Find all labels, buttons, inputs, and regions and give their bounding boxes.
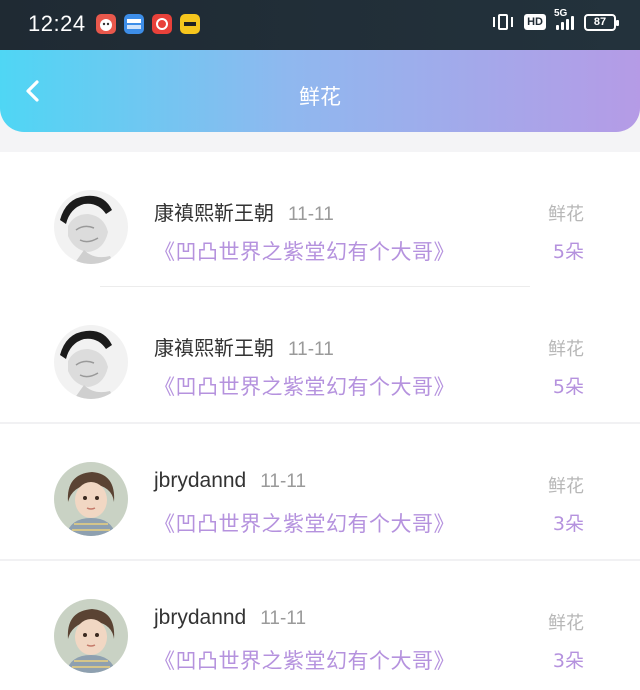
book-title[interactable]: 《凹凸世界之紫堂幻有个大哥》 (154, 371, 455, 401)
list-item[interactable]: 康禛熙靳王朝 11-11 《凹凸世界之紫堂幻有个大哥》 鲜花 5朵 (0, 287, 640, 422)
gift-count: 5朵 (552, 376, 584, 398)
notification-icons (96, 14, 200, 34)
vibrate-icon (492, 13, 514, 31)
book-title[interactable]: 《凹凸世界之紫堂幻有个大哥》 (154, 645, 455, 675)
list-item[interactable]: 康禛熙靳王朝 11-11 《凹凸世界之紫堂幻有个大哥》 鲜花 5朵 (0, 152, 640, 287)
battery-icon: 87 (584, 13, 619, 31)
status-time: 12:24 (28, 11, 86, 36)
user-name-text: jbrydannd (154, 606, 247, 629)
status-bar: 12:24 HD 5G 87 (0, 0, 640, 50)
list-item[interactable]: jbrydannd 11-11 《凹凸世界之紫堂幻有个大哥》 鲜花 3朵 (0, 561, 640, 690)
post-date: 11-11 (260, 471, 307, 492)
gift-type: 鲜花 (548, 613, 584, 634)
post-date: 11-11 (288, 339, 334, 360)
book-title[interactable]: 《凹凸世界之紫堂幻有个大哥》 (154, 508, 455, 538)
user-name-text: jbrydannd (154, 469, 247, 492)
avatar[interactable] (54, 462, 128, 536)
avatar[interactable] (54, 325, 128, 399)
page-title: 鲜花 (299, 85, 341, 109)
gift-count: 3朵 (552, 513, 584, 535)
network-type: 5G (554, 8, 568, 19)
flower-record-list: 康禛熙靳王朝 11-11 《凹凸世界之紫堂幻有个大哥》 鲜花 5朵 康禛熙靳王朝 1… (0, 152, 640, 690)
hd-badge: HD (524, 14, 546, 30)
list-item[interactable]: jbrydannd 11-11 《凹凸世界之紫堂幻有个大哥》 鲜花 3朵 (0, 424, 640, 559)
app-icon-news (124, 14, 144, 34)
post-date: 11-11 (288, 204, 334, 225)
user-name-text: 康禛熙靳王朝 (154, 201, 274, 225)
status-indicators: HD 5G 87 (492, 8, 619, 31)
gift-type: 鲜花 (548, 339, 584, 360)
app-icon-pinduoduo (152, 14, 172, 34)
post-date: 11-11 (260, 608, 307, 629)
app-icon-cartoon (96, 14, 116, 34)
gift-type: 鲜花 (548, 204, 584, 225)
user-name: 康禛熙靳王朝 11-11 (154, 197, 334, 226)
gift-count: 3朵 (552, 650, 584, 672)
book-title[interactable]: 《凹凸世界之紫堂幻有个大哥》 (154, 236, 455, 266)
user-name: jbrydannd 11-11 (154, 606, 306, 630)
user-name-text: 康禛熙靳王朝 (154, 336, 274, 360)
user-name: jbrydannd 11-11 (154, 469, 306, 493)
battery-level: 87 (593, 16, 607, 28)
avatar[interactable] (54, 599, 128, 673)
avatar[interactable] (54, 190, 128, 264)
app-icon-meituan (180, 14, 200, 34)
user-name: 康禛熙靳王朝 11-11 (154, 332, 334, 361)
signal-icon: 5G (554, 8, 574, 30)
gift-count: 5朵 (552, 241, 584, 263)
gift-type: 鲜花 (548, 476, 584, 497)
nav-header: 鲜花 (0, 50, 640, 132)
